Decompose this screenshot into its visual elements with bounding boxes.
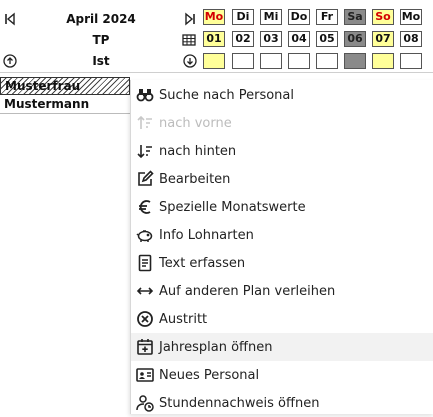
menu-item-label: Info Lohnarten — [159, 227, 254, 243]
month-title: April 2024 — [66, 12, 136, 26]
weekday-cell: Mi — [260, 9, 282, 25]
date-cell[interactable]: 07 — [372, 31, 394, 47]
menu-item-info-lohnarten[interactable]: Info Lohnarten — [131, 221, 433, 249]
menu-item-label: Stundennachweis öffnen — [159, 395, 320, 411]
date-cell[interactable]: 02 — [232, 31, 254, 47]
menu-item-label: Austritt — [159, 311, 208, 327]
mode-label: Ist — [92, 54, 110, 68]
ist-cell[interactable] — [316, 53, 338, 69]
menu-item-label: Auf anderen Plan verleihen — [159, 283, 336, 299]
menu-item-austritt[interactable]: Austritt — [131, 305, 433, 333]
weekday-cell: So — [372, 9, 394, 25]
calendar-plus-icon — [136, 338, 154, 356]
edit-icon — [136, 170, 154, 188]
menu-item-label: Jahresplan öffnen — [159, 339, 273, 355]
date-cell[interactable]: 08 — [400, 31, 422, 47]
close-circle-icon — [136, 310, 154, 328]
weekday-cell: Sa — [344, 9, 366, 25]
weekday-cell: Fr — [316, 9, 338, 25]
menu-item-text-erfassen[interactable]: Text erfassen — [131, 249, 433, 277]
menu-item-label: Neues Personal — [159, 367, 260, 383]
ist-cell[interactable] — [232, 53, 254, 69]
menu-item-spezielle-monatswerte[interactable]: Spezielle Monatswerte — [131, 193, 433, 221]
swap-arrows-icon — [136, 282, 154, 300]
binoculars-icon — [136, 86, 154, 104]
piggy-bank-icon — [136, 226, 154, 244]
person-row-mustermann[interactable]: Mustermann — [0, 96, 130, 114]
document-icon — [136, 254, 154, 272]
ist-cell[interactable] — [260, 53, 282, 69]
month-navigation: April 2024 — [0, 9, 202, 29]
menu-item-label: Bearbeiten — [159, 171, 231, 187]
date-cell[interactable]: 03 — [260, 31, 282, 47]
weekday-cell: Mo — [400, 9, 422, 25]
menu-item-label: Spezielle Monatswerte — [159, 199, 306, 215]
person-row-musterfrau[interactable]: Musterfrau — [0, 77, 130, 95]
date-cell[interactable]: 06 — [344, 31, 366, 47]
menu-item-label: Suche nach Personal — [159, 87, 294, 103]
date-cell[interactable]: 05 — [316, 31, 338, 47]
sort-down-icon — [136, 142, 154, 160]
header-divider — [0, 72, 433, 73]
plan-label: TP — [92, 33, 110, 47]
menu-item-nach-vorne: nach vorne — [131, 109, 433, 137]
ist-cell[interactable] — [400, 53, 422, 69]
user-clock-icon — [136, 394, 154, 412]
menu-item-label: nach hinten — [159, 143, 237, 159]
plan-row: TP — [0, 30, 202, 50]
sort-up-icon — [136, 114, 154, 132]
ist-cell[interactable] — [344, 53, 366, 69]
menu-item-label: nach vorne — [159, 115, 232, 131]
weekday-cell: Di — [232, 9, 254, 25]
down-circle-icon[interactable] — [183, 54, 197, 68]
menu-item-suche-nach-personal[interactable]: Suche nach Personal — [131, 81, 433, 109]
ist-cell[interactable] — [372, 53, 394, 69]
weekday-cell: Do — [288, 9, 310, 25]
ist-cell[interactable] — [288, 53, 310, 69]
euro-icon — [136, 198, 154, 216]
date-cell[interactable]: 04 — [288, 31, 310, 47]
ist-cell[interactable] — [203, 53, 225, 69]
menu-item-nach-hinten[interactable]: nach hinten — [131, 137, 433, 165]
menu-item-jahresplan-oeffnen[interactable]: Jahresplan öffnen — [131, 333, 433, 361]
mode-row: Ist — [0, 51, 202, 71]
menu-item-stundennachweis-oeffnen[interactable]: Stundennachweis öffnen — [131, 389, 433, 417]
context-menu: Suche nach Personal nach vorne nach hint… — [130, 80, 433, 414]
weekday-cell: Mo — [203, 9, 225, 25]
menu-item-label: Text erfassen — [159, 255, 246, 271]
id-card-icon — [136, 366, 154, 384]
calendar-grid-icon[interactable] — [182, 33, 196, 47]
menu-item-neues-personal[interactable]: Neues Personal — [131, 361, 433, 389]
next-icon[interactable] — [183, 12, 197, 26]
date-cell[interactable]: 01 — [203, 31, 225, 47]
menu-item-auf-anderen-plan-verleihen[interactable]: Auf anderen Plan verleihen — [131, 277, 433, 305]
menu-item-bearbeiten[interactable]: Bearbeiten — [131, 165, 433, 193]
